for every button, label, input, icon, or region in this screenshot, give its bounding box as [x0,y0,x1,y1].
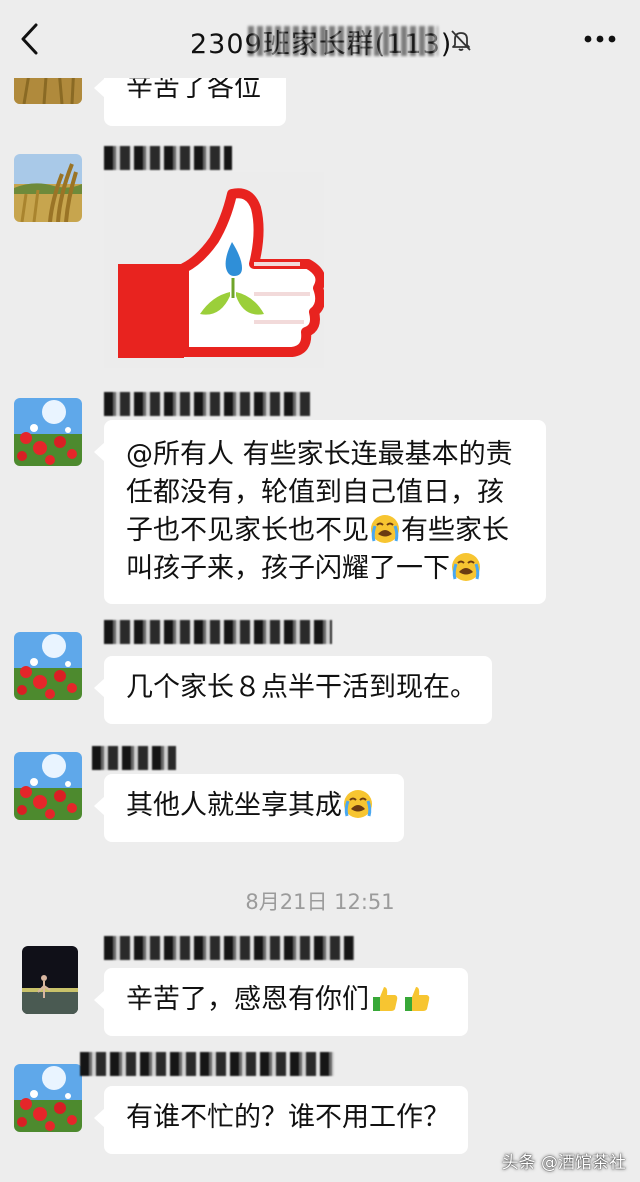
thumbs-up-icon [373,987,398,1011]
avatar-wheat[interactable] [14,154,82,222]
message-text-segment: 有些家长 [401,515,509,546]
crying-face-icon [452,553,480,581]
message-text-segment: 辛苦了，感恩有你们 [126,984,369,1015]
sender-name-redacted [104,392,310,416]
message-bubble[interactable]: 辛苦了，感恩有你们 [94,968,468,1036]
sender-name-redacted [104,620,332,644]
chevron-left-icon [21,23,38,55]
message-bubble[interactable]: 几个家长８点半干活到现在。 [94,656,492,724]
message-text-line: 任都没有，轮值到自己值日，孩 [126,477,504,508]
message-text-line: 其他人就坐享其成 [126,788,382,824]
sender-name-redacted [80,1052,334,1076]
sender-name-redacted [104,936,354,960]
more-button[interactable] [580,28,620,50]
avatar-poppies[interactable] [14,1064,82,1132]
message-text-line: 辛苦了，感恩有你们 [126,982,446,1018]
avatar-night-scene[interactable] [22,946,78,1014]
more-dots-icon [584,35,616,43]
message-bubble[interactable]: 有谁不忙的？谁不用工作？ [94,1086,468,1154]
message-text-segment: 子也不见家长也不见 [126,515,369,546]
timestamp-divider: 8月21日 12:51 [245,890,395,914]
message-bubble[interactable]: 其他人就坐享其成 [94,774,404,842]
avatar-poppies[interactable] [14,632,82,700]
crying-face-icon [344,790,372,818]
message-text-line: @所有人 有些家长连最基本的责 [126,439,513,470]
message-text-line: 叫孩子来，孩子闪耀了一下 [126,550,524,588]
message-text: 几个家长８点半干活到现在。 [126,672,477,703]
message-text-segment: 叫孩子来，孩子闪耀了一下 [126,553,450,584]
group-title: 2309班家长群(113) [190,22,450,58]
back-button[interactable] [14,20,48,58]
title-blur-mask [248,26,438,56]
bell-off-icon [451,30,471,51]
message-text: 有谁不忙的？谁不用工作？ [126,1102,450,1133]
message-text-segment: 其他人就坐享其成 [126,790,342,821]
thumbs-up-sticker[interactable] [104,172,324,368]
avatar-poppies[interactable] [14,398,82,466]
chat-header: 2309班家长群(113) [0,0,640,78]
avatar-poppies[interactable] [14,752,82,820]
crying-face-icon [371,515,399,543]
sender-name-redacted [92,746,176,770]
message-bubble[interactable]: @所有人 有些家长连最基本的责 任都没有，轮值到自己值日，孩 子也不见家长也不见… [94,420,546,604]
chat-screen: 2309班家长群(113) 辛苦了各位 [0,0,640,1182]
thumbs-up-icon [405,987,430,1011]
message-text-line: 子也不见家长也不见 有些家长 [126,512,524,550]
sender-name-redacted [104,146,232,170]
watermark: 头条 @酒馆茶社 [501,1153,626,1173]
